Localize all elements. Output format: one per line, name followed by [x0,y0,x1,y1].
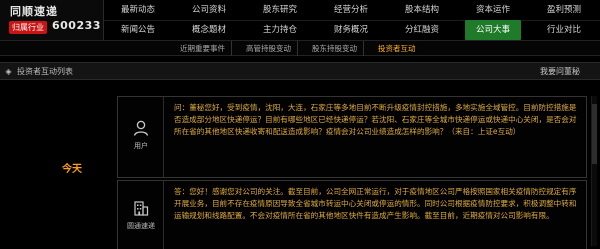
top-nav: 最新动态 公司资料 股东研究 经营分析 股本结构 资本运作 盈利预测 新闻公告 … [104,0,600,40]
subnav-investor-interaction[interactable]: 投资者互动 [372,41,422,56]
sub-nav: 近期重要事件 高管持股变动 股东持股变动 投资者互动 [0,40,600,56]
nav-capital-operations[interactable]: 资本运作 [465,0,521,20]
subnav-shareholder-changes[interactable]: 股东持股变动 [306,41,364,56]
date-label: 今天 [62,164,82,175]
building-icon [134,201,149,216]
list-icon: ◈ [5,67,12,76]
stock-code: 600233 [52,19,101,32]
ask-secretary-button[interactable]: 我要问董秘 [540,63,580,80]
answer-text: 您好！感谢您对公司的关注。截至目前，公司全网正常运行，对于疫情地区公司严格按照国… [174,187,577,221]
subnav-recent-events[interactable]: 近期重要事件 [174,41,232,56]
answer-avatar-column: 圆通速递 [118,181,164,249]
nav-share-structure[interactable]: 股本结构 [394,0,450,20]
subnav-executive-holdings[interactable]: 高管持股变动 [240,41,298,56]
user-icon [133,120,149,136]
question-text: 董秘您好，受到疫情，沈阳，大连，石家庄等多地目前不断升级疫情封控措施，多地实施全… [174,103,577,137]
industry-badge[interactable]: 归属行业 [9,21,47,34]
question-avatar-label: 用户 [134,142,148,150]
answer-text-block: 答：您好！感谢您对公司的关注。截至目前，公司全网正常运行，对于疫情地区公司严格按… [174,186,584,223]
section-title: 投资者互动列表 [17,67,73,76]
nav-operations-analysis[interactable]: 经营分析 [323,0,379,20]
question-avatar-column: 用户 [118,97,164,177]
nav-dividends-financing[interactable]: 分红融资 [394,20,450,40]
nav-financial-overview[interactable]: 财务概况 [323,20,379,40]
nav-latest-news[interactable]: 最新动态 [110,0,166,20]
brand-block: 同顺速递 归属行业 600233 [0,0,104,40]
answer-item: 圆通速递 答：您好！感谢您对公司的关注。截至目前，公司全网正常运行，对于疫情地区… [117,180,587,249]
vertical-scrollbar[interactable] [591,96,597,246]
nav-main-holdings[interactable]: 主力持仓 [252,20,308,40]
question-text-block: 问：董秘您好，受到疫情，沈阳，大连，石家庄等多地目前不断升级疫情封控措施，多地实… [174,102,584,139]
question-item: 用户 问：董秘您好，受到疫情，沈阳，大连，石家庄等多地目前不断升级疫情封控措施，… [117,96,587,178]
app-title: 同顺速递 [10,5,58,18]
nav-company-info[interactable]: 公司资料 [181,0,237,20]
scroll-thumb[interactable] [592,104,597,164]
nav-company-events[interactable]: 公司大事 [465,20,521,40]
nav-concept-themes[interactable]: 概念题材 [181,20,237,40]
nav-news-announcements[interactable]: 新闻公告 [110,20,166,40]
nav-earnings-forecast[interactable]: 盈利预测 [536,0,592,20]
nav-shareholder-research[interactable]: 股东研究 [252,0,308,20]
answer-prefix: 答： [174,187,190,196]
question-prefix: 问： [174,103,190,112]
answer-avatar-label: 圆通速递 [127,222,155,230]
section-header: ◈ 投资者互动列表 我要问董秘 [0,62,600,80]
nav-industry-comparison[interactable]: 行业对比 [536,20,592,40]
interaction-list: 今天 用户 问：董秘您好，受到疫情，沈阳，大连，石家庄等多地目前不断升级疫情封控… [0,86,600,249]
